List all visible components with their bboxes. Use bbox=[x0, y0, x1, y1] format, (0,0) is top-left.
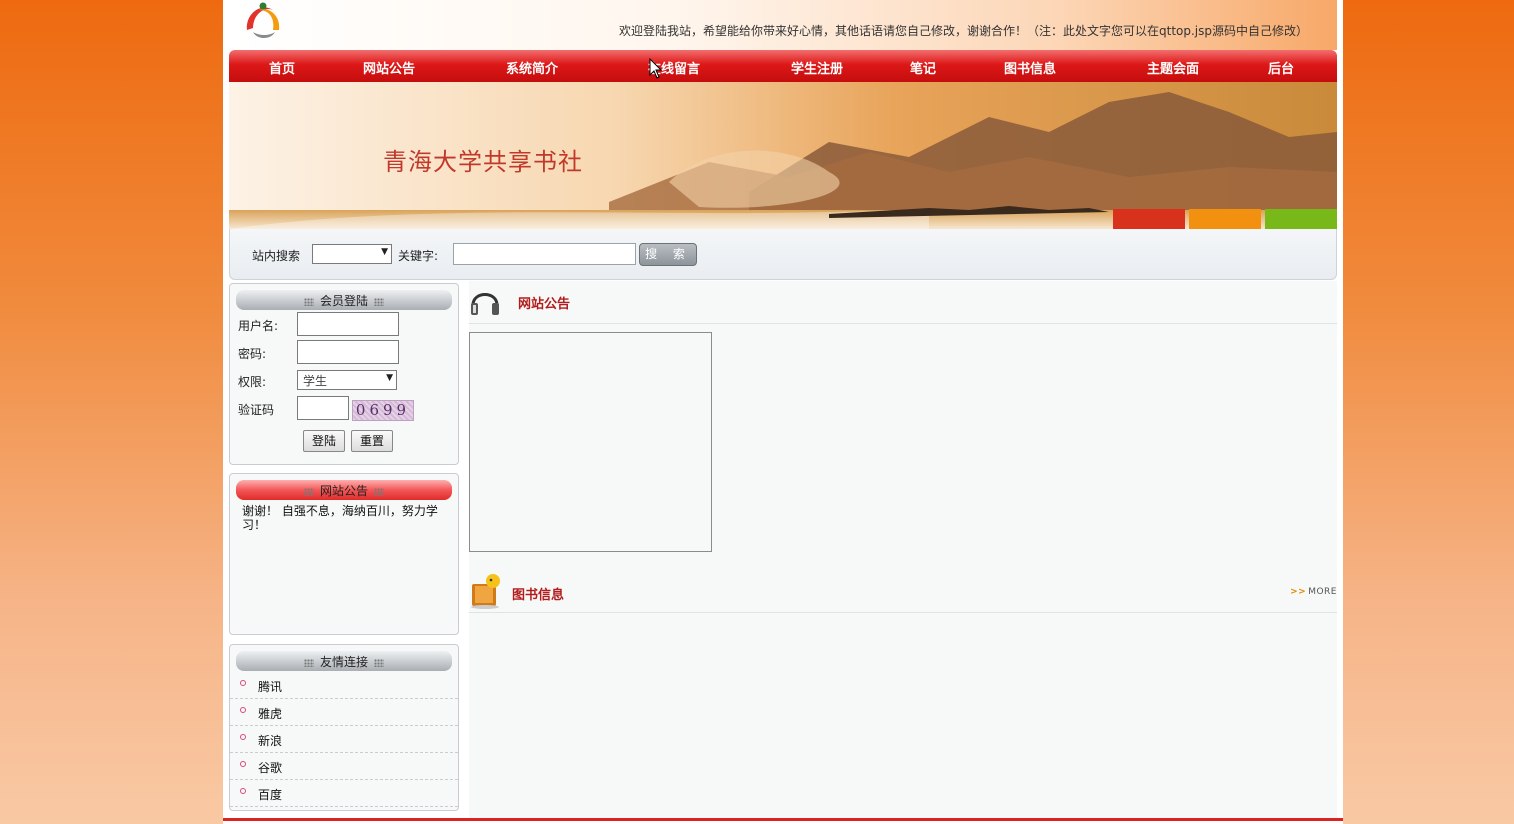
notice-panel: 网站公告 谢谢！ 自强不息，海纳百川，努力学习！ bbox=[229, 473, 459, 635]
bullet-icon bbox=[240, 761, 246, 767]
nav-register[interactable]: 学生注册 bbox=[791, 58, 843, 77]
bullet-icon bbox=[240, 788, 246, 794]
captcha-image[interactable]: 0699 bbox=[352, 400, 414, 421]
login-button[interactable]: 登陆 bbox=[303, 430, 345, 452]
dots-icon bbox=[303, 487, 314, 496]
double-chevron-icon: >> bbox=[1290, 587, 1307, 597]
nav-books[interactable]: 图书信息 bbox=[1004, 58, 1056, 77]
login-title: 会员登陆 bbox=[319, 294, 368, 308]
page-inner: 欢迎登陆我站，希望能给你带来好心情，其他话语请您自己修改，谢谢合作！（注：此处文… bbox=[229, 0, 1337, 824]
notice-section-title: 网站公告 bbox=[518, 297, 571, 312]
nav-announcements[interactable]: 网站公告 bbox=[363, 58, 415, 77]
captcha-label: 验证码 bbox=[238, 403, 275, 417]
site-search-label: 站内搜索 bbox=[252, 249, 301, 263]
dropdown-arrow-icon: ▼ bbox=[386, 373, 393, 383]
main-content: 网站公告 图书信息 >> MORE bbox=[469, 281, 1337, 821]
footer-line bbox=[223, 818, 1343, 821]
dots-icon bbox=[303, 658, 314, 667]
bullet-icon bbox=[240, 734, 246, 740]
dropdown-arrow-icon: ▼ bbox=[381, 247, 388, 257]
links-panel: 友情连接 腾讯 雅虎 新浪 谷歌 百度 bbox=[229, 644, 459, 811]
bullet-icon bbox=[240, 680, 246, 686]
role-value: 学生 bbox=[303, 374, 328, 388]
role-label: 权限: bbox=[238, 375, 267, 389]
banner-title: 青海大学共享书社 bbox=[383, 148, 583, 176]
link-item-google[interactable]: 谷歌 bbox=[230, 753, 458, 780]
dots-icon bbox=[303, 297, 314, 306]
link-label[interactable]: 新浪 bbox=[258, 732, 282, 749]
header: 欢迎登陆我站，希望能给你带来好心情，其他话语请您自己修改，谢谢合作！（注：此处文… bbox=[229, 0, 1337, 50]
login-panel-header: 会员登陆 bbox=[236, 290, 452, 310]
password-input[interactable] bbox=[297, 340, 399, 364]
notice-panel-header: 网站公告 bbox=[236, 480, 452, 500]
search-button[interactable]: 搜 索 bbox=[639, 243, 697, 266]
mouse-cursor-icon bbox=[649, 58, 663, 79]
dots-icon bbox=[374, 487, 384, 496]
links-panel-title: 友情连接 bbox=[319, 655, 368, 669]
dots-icon bbox=[374, 658, 384, 667]
link-item-baidu[interactable]: 百度 bbox=[230, 780, 458, 807]
captcha-input[interactable] bbox=[297, 396, 349, 420]
nav-notes[interactable]: 笔记 bbox=[910, 58, 936, 77]
search-bar: 站内搜索 ▼ 关键字: 搜 索 bbox=[229, 229, 1337, 280]
password-label: 密码: bbox=[238, 347, 267, 361]
banner: 青海大学共享书社 bbox=[229, 82, 1337, 229]
books-section-title: 图书信息 bbox=[512, 588, 565, 603]
notice-panel-title: 网站公告 bbox=[319, 484, 368, 498]
keyword-input[interactable] bbox=[453, 243, 636, 265]
site-logo bbox=[246, 2, 280, 38]
role-select[interactable]: 学生 ▼ bbox=[297, 370, 397, 390]
page-container: 欢迎登陆我站，希望能给你带来好心情，其他话语请您自己修改，谢谢合作！（注：此处文… bbox=[223, 0, 1343, 824]
username-label: 用户名: bbox=[238, 319, 279, 333]
nav-meeting[interactable]: 主题会面 bbox=[1147, 58, 1199, 77]
nav-home[interactable]: 首页 bbox=[269, 58, 295, 77]
headphones-icon bbox=[471, 293, 499, 315]
nav-admin[interactable]: 后台 bbox=[1268, 58, 1294, 77]
login-panel: 会员登陆 用户名: 密码: 权限: 学生 ▼ 验证码 0699 登陆 重置 bbox=[229, 283, 459, 465]
book-icon bbox=[471, 574, 500, 609]
link-item-tencent[interactable]: 腾讯 bbox=[230, 672, 458, 699]
reset-button[interactable]: 重置 bbox=[351, 430, 393, 452]
more-label[interactable]: MORE bbox=[1308, 587, 1337, 597]
nav-intro[interactable]: 系统简介 bbox=[506, 58, 558, 77]
more-link[interactable]: >> MORE bbox=[1290, 587, 1337, 597]
link-item-yahoo[interactable]: 雅虎 bbox=[230, 699, 458, 726]
bullet-icon bbox=[240, 707, 246, 713]
links-panel-header: 友情连接 bbox=[236, 651, 452, 671]
welcome-text: 欢迎登陆我站，希望能给你带来好心情，其他话语请您自己修改，谢谢合作！（注：此处文… bbox=[619, 24, 1309, 38]
books-section-header: 图书信息 >> MORE bbox=[469, 570, 1337, 613]
link-label[interactable]: 雅虎 bbox=[258, 705, 282, 722]
link-label[interactable]: 腾讯 bbox=[258, 678, 282, 695]
link-label[interactable]: 百度 bbox=[258, 786, 282, 803]
username-input[interactable] bbox=[297, 312, 399, 336]
dots-icon bbox=[374, 297, 384, 306]
notice-section-header: 网站公告 bbox=[469, 281, 1337, 324]
keyword-label: 关键字: bbox=[398, 249, 439, 263]
link-item-sina[interactable]: 新浪 bbox=[230, 726, 458, 753]
search-category-select[interactable]: ▼ bbox=[312, 244, 392, 264]
main-nav: 首页 网站公告 系统简介 在线留言 学生注册 笔记 图书信息 主题会面 后台 bbox=[229, 50, 1337, 82]
link-label[interactable]: 谷歌 bbox=[258, 759, 282, 776]
notice-scroll-box bbox=[469, 332, 712, 552]
notice-text: 谢谢！ 自强不息，海纳百川，努力学习！ bbox=[242, 504, 438, 532]
